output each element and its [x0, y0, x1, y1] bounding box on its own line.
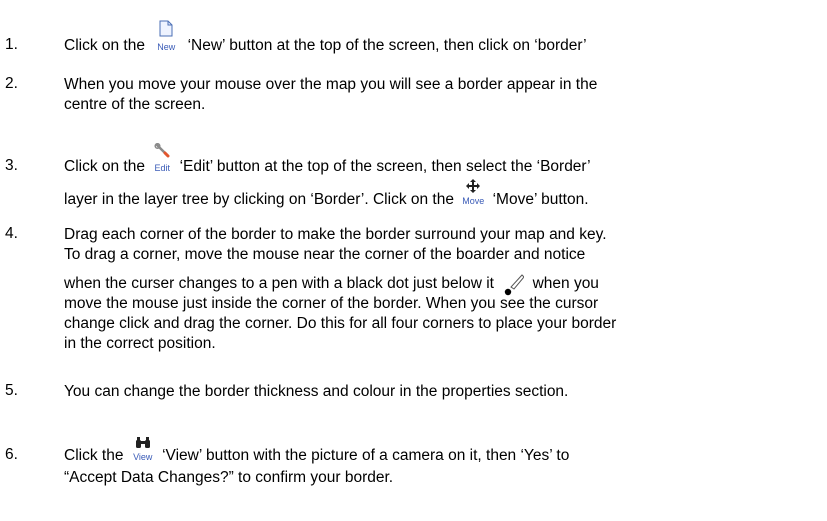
step-line: move the mouse just inside the corner of… [64, 295, 599, 312]
step-number: 2. [5, 75, 18, 92]
step-line: in the correct position. [64, 335, 216, 352]
step-text: Drag each corner of the border to make t… [64, 225, 804, 265]
binoculars-icon [135, 437, 150, 448]
view-button-icon: View [128, 437, 158, 462]
step-line: centre of the screen. [64, 96, 206, 113]
step-text-part: ‘Edit’ button at the top of the screen, … [179, 158, 591, 175]
edit-button-icon: Edit [149, 143, 175, 173]
step-text-part: Click on the [64, 158, 145, 175]
step-number: 6. [5, 446, 18, 463]
move-icon-caption: Move [462, 196, 485, 206]
step-number: 4. [5, 225, 18, 242]
step-line: When you move your mouse over the map yo… [64, 76, 598, 93]
move-button-icon: Move [458, 179, 488, 206]
step-text: You can change the border thickness and … [64, 382, 804, 402]
step-text: “Accept Data Changes?” to confirm your b… [64, 468, 804, 488]
step-text-part: Click the [64, 447, 124, 464]
step-text-part: when you [532, 275, 599, 292]
new-button-icon: New [149, 20, 183, 52]
step-text-part: Click on the [64, 37, 145, 54]
step-number: 5. [5, 382, 18, 399]
step-text: Click on the Edit ‘Edit’ button at the t… [64, 143, 804, 177]
step-text-part: when the curser changes to a pen with a … [64, 275, 494, 292]
step-text-part: ‘Move’ button. [492, 191, 589, 208]
wrench-icon [154, 143, 170, 158]
step-text: move the mouse just inside the corner of… [64, 294, 804, 354]
step-text-part: ‘New’ button at the top of the screen, t… [187, 37, 587, 54]
new-document-icon [159, 20, 173, 37]
step-text-part: layer in the layer tree by clicking on ‘… [64, 191, 454, 208]
step-text: Click on the New ‘New’ button at the top… [64, 20, 804, 56]
step-line: Drag each corner of the border to make t… [64, 226, 607, 243]
step-text-line-3: when the curser changes to a pen with a … [64, 274, 804, 296]
edit-icon-caption: Edit [154, 163, 171, 173]
move-arrows-icon [466, 179, 481, 193]
step-line: change click and drag the corner. Do thi… [64, 315, 617, 332]
view-icon-caption: View [133, 452, 153, 462]
step-text-part: ‘View’ button with the picture of a came… [162, 447, 570, 464]
step-number: 3. [5, 157, 18, 174]
step-text-line-2: layer in the layer tree by clicking on ‘… [64, 179, 804, 210]
new-icon-caption: New [157, 42, 176, 52]
step-number: 1. [5, 36, 18, 53]
step-text: When you move your mouse over the map yo… [64, 75, 804, 115]
step-text: Click the View ‘View’ button with the pi… [64, 437, 804, 466]
step-line: You can change the border thickness and … [64, 383, 569, 400]
step-line: “Accept Data Changes?” to confirm your b… [64, 469, 394, 486]
step-line: To drag a corner, move the mouse near th… [64, 246, 586, 263]
